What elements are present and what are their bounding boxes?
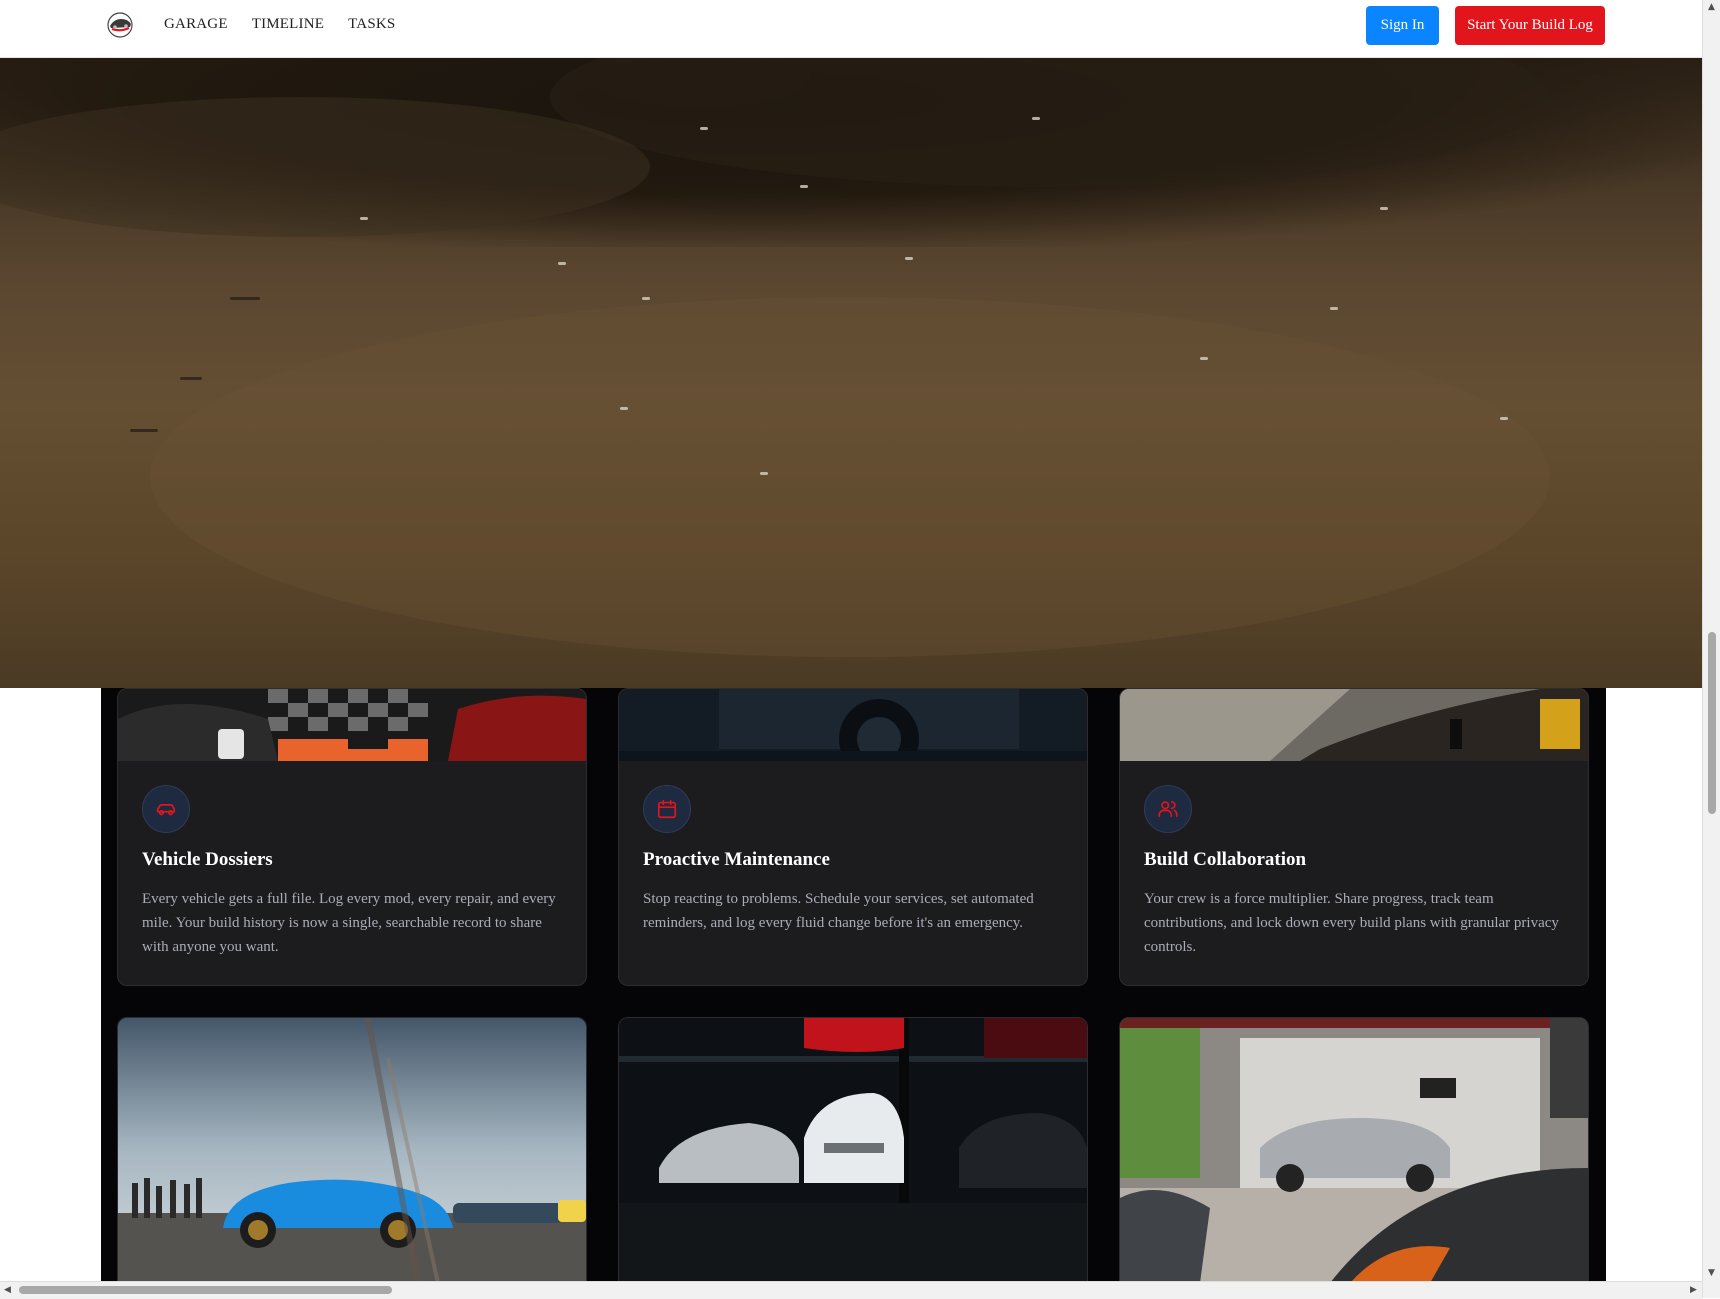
- hero-image: [0, 57, 1702, 688]
- photo-card-porsche-event[interactable]: [117, 1017, 587, 1284]
- feature-card-proactive-maintenance: Proactive Maintenance Stop reacting to p…: [618, 688, 1088, 986]
- horizontal-scrollbar[interactable]: ◀ ▶: [0, 1281, 1702, 1299]
- nav-timeline[interactable]: TIMELINE: [252, 14, 324, 34]
- blue-porsche-image: [118, 1018, 586, 1283]
- vertical-scrollbar[interactable]: ▲ ▼: [1702, 0, 1720, 1298]
- feature-title: Vehicle Dossiers: [142, 849, 273, 870]
- scroll-up-icon[interactable]: ▲: [1708, 2, 1715, 12]
- feature-description: Your crew is a force multiplier. Share p…: [1144, 891, 1559, 955]
- feature-description: Stop reacting to problems. Schedule your…: [643, 891, 1034, 931]
- workshop-s2000-image: [1120, 1018, 1588, 1283]
- scroll-left-icon[interactable]: ◀: [4, 1285, 11, 1295]
- dark-truck-image: [619, 689, 1087, 761]
- car-icon: [142, 785, 190, 833]
- top-navbar: GARAGE TIMELINE TASKS Sign In Start Your…: [0, 0, 1702, 58]
- feature-description: Every vehicle gets a full file. Log ever…: [142, 891, 556, 955]
- hero-texture: [0, 57, 1550, 657]
- main-nav: GARAGE TIMELINE TASKS: [164, 14, 395, 34]
- vertical-scroll-thumb[interactable]: [1708, 632, 1716, 814]
- photo-card-workshop[interactable]: [1119, 1017, 1589, 1284]
- scroll-down-icon[interactable]: ▼: [1708, 1268, 1715, 1278]
- nav-garage[interactable]: GARAGE: [164, 14, 228, 34]
- feature-card-vehicle-dossiers: Vehicle Dossiers Every vehicle gets a fu…: [117, 688, 587, 986]
- scroll-right-icon[interactable]: ▶: [1690, 1285, 1697, 1295]
- users-icon: [1144, 785, 1192, 833]
- nav-tasks[interactable]: TASKS: [348, 14, 395, 34]
- garage-floor-image: [118, 689, 586, 761]
- stacked-cars-image: [619, 1018, 1087, 1283]
- horizontal-scroll-thumb[interactable]: [19, 1286, 392, 1294]
- photo-card-stacked-garage[interactable]: [618, 1017, 1088, 1284]
- feature-title: Proactive Maintenance: [643, 849, 830, 870]
- calendar-icon: [643, 785, 691, 833]
- pit-lane-image: [1120, 689, 1588, 761]
- sign-in-button[interactable]: Sign In: [1366, 6, 1439, 45]
- feature-title: Build Collaboration: [1144, 849, 1307, 870]
- start-build-log-button[interactable]: Start Your Build Log: [1455, 6, 1605, 45]
- car-logo-icon[interactable]: [106, 11, 134, 39]
- feature-card-build-collaboration: Build Collaboration Your crew is a force…: [1119, 688, 1589, 986]
